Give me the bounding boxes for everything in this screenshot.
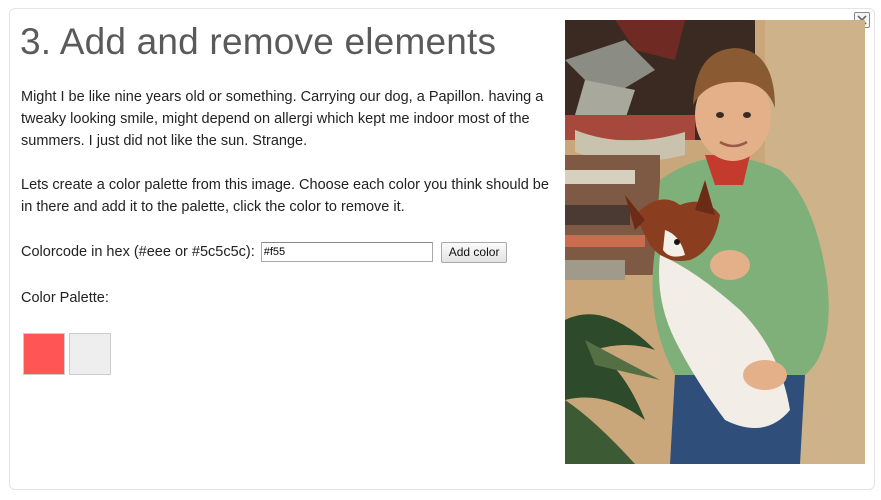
page-title: 3. Add and remove elements: [20, 21, 497, 62]
add-color-button[interactable]: Add color: [440, 241, 508, 263]
palette-swatch[interactable]: [69, 333, 111, 375]
color-input-label: Colorcode in hex (#eee or #5c5c5c):: [21, 244, 255, 260]
palette-swatch[interactable]: [23, 333, 65, 375]
boy-with-dog-photo: [565, 20, 865, 464]
palette-label: Color Palette:: [21, 290, 109, 306]
color-hex-input[interactable]: [260, 242, 433, 262]
color-form: Colorcode in hex (#eee or #5c5c5c): Add …: [21, 240, 508, 264]
intro-paragraph: Might I be like nine years old or someth…: [21, 89, 544, 149]
color-palette: [23, 333, 111, 375]
instructions-paragraph: Lets create a color palette from this im…: [21, 177, 549, 215]
photo-illustration: [565, 20, 865, 464]
